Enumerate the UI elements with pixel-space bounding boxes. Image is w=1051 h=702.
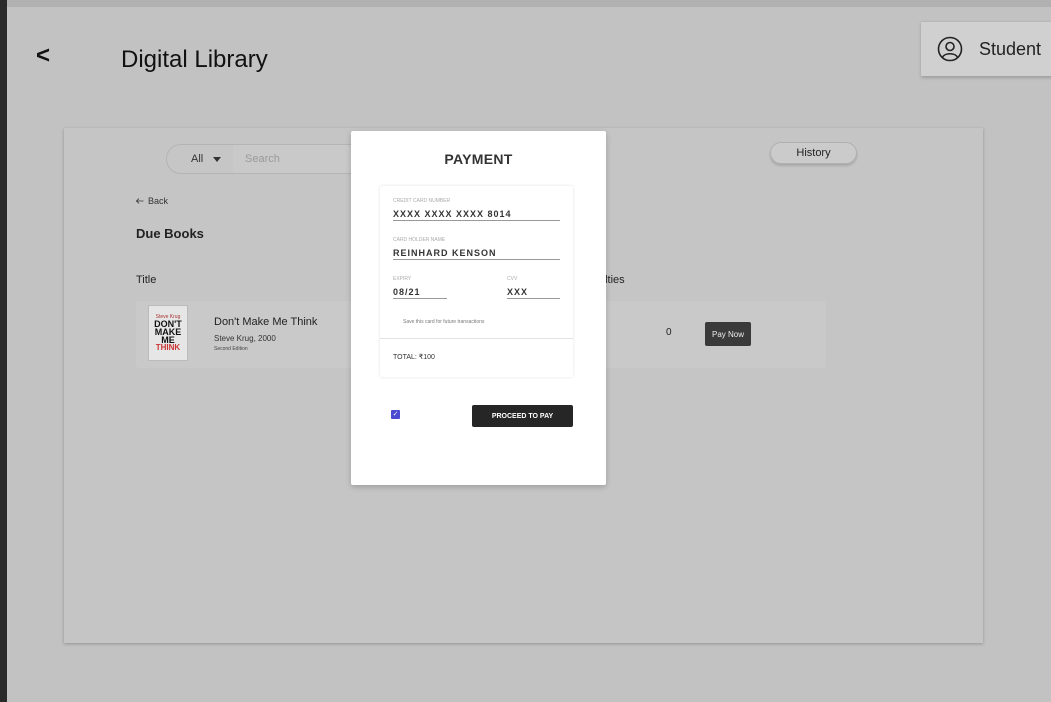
filter-dropdown[interactable]: All <box>167 145 233 173</box>
back-link-label: Back <box>148 196 169 206</box>
window-left-edge <box>0 0 7 702</box>
pay-now-button[interactable]: Pay Now <box>705 322 751 346</box>
panel-divider <box>380 338 573 339</box>
chevron-down-icon <box>213 156 222 162</box>
book-author: Steve Krug, 2000 <box>214 334 276 343</box>
arrow-left-icon <box>136 198 144 204</box>
filter-selected-label: All <box>191 153 204 165</box>
expiry-label: EXPIRY <box>393 276 412 282</box>
penalty-amount: 0 <box>666 327 672 338</box>
holder-name-label: CARD HOLDER NAME <box>393 237 446 243</box>
modal-title: PAYMENT <box>444 151 513 167</box>
user-menu[interactable]: Student <box>921 21 1051 76</box>
back-link[interactable]: Back <box>136 196 168 206</box>
save-card-checkbox[interactable]: ✓ <box>391 410 400 419</box>
expiry-field[interactable]: 08/21 <box>393 287 447 299</box>
book-edition: Second Edition <box>214 346 248 352</box>
proceed-to-pay-button[interactable]: PROCEED TO PAY <box>472 405 573 427</box>
cvv-field[interactable]: XXX <box>507 287 560 299</box>
cvv-label: CVV <box>507 276 518 282</box>
back-chevron-icon[interactable]: < <box>36 42 50 70</box>
total-amount: TOTAL: ₹100 <box>393 354 435 361</box>
book-title: Don't Make Me Think <box>214 316 318 328</box>
payment-modal: PAYMENT CREDIT CARD NUMBER XXXX XXXX XXX… <box>351 131 606 485</box>
card-number-field[interactable]: XXXX XXXX XXXX 8014 <box>393 209 560 221</box>
save-card-note: Save this card for future transactions <box>403 319 485 325</box>
section-title: Due Books <box>136 226 204 241</box>
card-details-panel: CREDIT CARD NUMBER XXXX XXXX XXXX 8014 C… <box>380 186 573 377</box>
user-circle-icon <box>937 36 963 62</box>
holder-name-field[interactable]: REINHARD KENSON <box>393 248 560 260</box>
card-number-label: CREDIT CARD NUMBER <box>393 198 451 204</box>
column-header-title: Title <box>136 274 157 286</box>
history-button[interactable]: History <box>770 142 857 164</box>
window-top-bar <box>7 0 1051 7</box>
check-icon: ✓ <box>392 411 399 418</box>
book-cover-image: Steve Krug DON'T MAKE ME THINK <box>148 305 188 361</box>
user-label: Student <box>979 38 1042 59</box>
page-title: Digital Library <box>121 46 268 73</box>
